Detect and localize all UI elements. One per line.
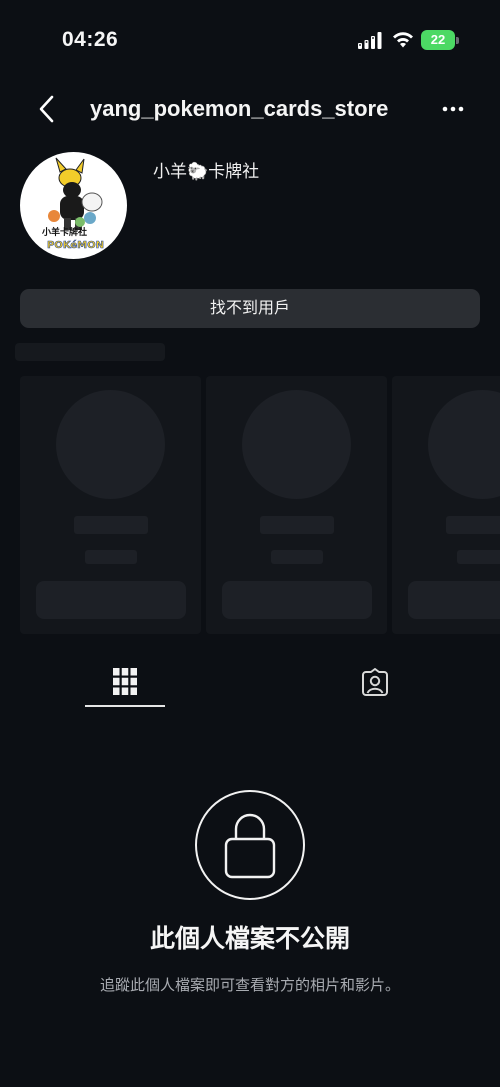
suggested-card-placeholder — [392, 376, 500, 634]
placeholder-line — [457, 550, 500, 564]
battery-level: 22 — [430, 32, 446, 47]
suggested-card-placeholder — [20, 376, 201, 634]
placeholder-button — [36, 581, 186, 619]
battery-icon: 22 — [421, 30, 455, 50]
suggested-card-placeholder — [206, 376, 387, 634]
private-account-subtitle: 追蹤此個人檔案即可查看對方的相片和影片。 — [99, 977, 400, 994]
cellular-signal-icon — [358, 32, 382, 49]
wifi-icon — [393, 32, 413, 48]
back-arrow-icon[interactable] — [36, 94, 58, 124]
grid-posts-icon[interactable] — [113, 668, 137, 695]
placeholder-button — [408, 581, 500, 619]
active-tab-indicator — [85, 705, 165, 707]
lock-icon — [224, 813, 276, 879]
profile-username: yang_pokemon_cards_store — [90, 96, 389, 121]
placeholder-line — [85, 550, 137, 564]
avatar-store-text: 小羊卡牌社 — [41, 226, 87, 238]
private-lock-badge — [195, 790, 305, 900]
store-logo-image: 小羊卡牌社 POKéMON — [41, 157, 104, 251]
placeholder-button — [222, 581, 372, 619]
avatar[interactable]: 小羊卡牌社 POKéMON — [20, 152, 127, 259]
status-time: 04:26 — [62, 28, 119, 51]
placeholder-line — [74, 516, 148, 534]
placeholder-line — [446, 516, 500, 534]
more-options-icon[interactable] — [440, 96, 466, 122]
avatar-logo-text: POKéMON — [47, 239, 104, 251]
placeholder-avatar — [242, 390, 351, 499]
display-name: 小羊🐑卡牌社 — [153, 162, 260, 181]
tagged-photos-icon[interactable] — [361, 668, 389, 696]
placeholder-avatar — [428, 390, 500, 499]
battery-tip — [456, 37, 459, 44]
placeholder-line — [271, 550, 323, 564]
user-not-found-button[interactable]: 找不到用戶 — [20, 289, 480, 328]
private-account-title: 此個人檔案不公開 — [149, 925, 350, 953]
placeholder-avatar — [56, 390, 165, 499]
placeholder-line — [260, 516, 334, 534]
suggested-title-placeholder — [15, 343, 165, 361]
